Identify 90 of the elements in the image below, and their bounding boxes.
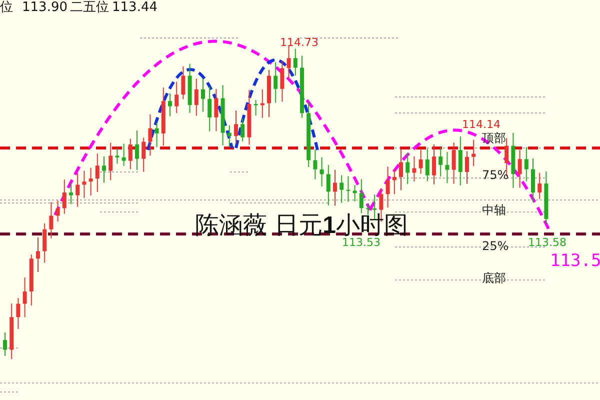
candlestick	[154, 122, 159, 148]
candlestick	[122, 143, 126, 166]
candlestick	[465, 150, 469, 184]
candlestick	[56, 200, 60, 222]
header-value: 113.44	[112, 0, 158, 15]
candlestick	[220, 84, 225, 146]
level-label: 中轴	[482, 203, 506, 217]
candlestick	[102, 156, 106, 184]
candlestick	[69, 182, 73, 205]
price-label: 113.58	[528, 236, 566, 249]
candlestick	[36, 236, 40, 272]
candlestick	[399, 148, 403, 191]
candlestick	[359, 178, 364, 214]
candlestick	[293, 48, 298, 76]
candlestick	[274, 62, 278, 104]
level-label: 底部	[482, 271, 506, 285]
price-label: 114.73	[280, 36, 318, 49]
level-label: 25%	[482, 239, 509, 253]
candlestick	[511, 132, 516, 189]
candlestick	[214, 88, 218, 132]
candlestick	[524, 146, 528, 182]
candlestick	[418, 148, 423, 174]
candlestick	[62, 179, 66, 214]
candlestick	[425, 148, 430, 182]
chart-title: 陈涵薇 日元1小时图	[195, 213, 408, 238]
level-label: 75%	[482, 168, 509, 182]
candlestick	[234, 110, 238, 144]
candlestick	[313, 149, 318, 180]
candlestick	[300, 55, 304, 118]
candlestick	[406, 152, 410, 185]
candlestick	[108, 142, 113, 181]
candlestick	[188, 63, 192, 114]
candlestick	[240, 118, 245, 142]
candlestick	[247, 90, 252, 146]
price-label: 114.14	[462, 118, 500, 131]
candlestick	[49, 202, 54, 239]
price-label: 113.5	[550, 251, 600, 271]
candlestick	[340, 174, 344, 204]
header-label: 位	[0, 0, 13, 15]
candlestick	[531, 158, 535, 203]
candlestick	[306, 102, 311, 168]
price-label: 113.53	[342, 236, 380, 249]
candlestick	[181, 66, 186, 100]
candlestick	[352, 184, 357, 202]
candlestick	[128, 138, 132, 170]
candlestick	[267, 69, 271, 118]
candlestick	[142, 137, 146, 172]
candlestick	[115, 148, 120, 164]
candlestick	[201, 78, 205, 112]
candlestick	[22, 277, 27, 318]
candlestick	[161, 86, 166, 146]
level-label: 顶部	[482, 131, 506, 145]
candlestick	[438, 146, 443, 178]
candlestick	[518, 149, 522, 188]
candlestick	[88, 167, 93, 196]
candlestick	[3, 332, 7, 356]
header-value: 113.90	[22, 0, 68, 15]
candlestick	[208, 86, 212, 132]
candlestick	[227, 124, 232, 147]
candlestick	[544, 170, 548, 224]
candlestick	[194, 78, 198, 116]
candlestick	[452, 142, 456, 184]
candlestick	[472, 139, 476, 167]
header-label: 二五位	[70, 0, 109, 15]
candlestick	[10, 302, 14, 360]
candlestick	[326, 164, 330, 206]
candlestick	[432, 144, 436, 185]
candlestick	[95, 153, 100, 193]
candlestick	[29, 254, 34, 306]
candlestick	[76, 172, 80, 208]
candlestick	[280, 60, 284, 102]
candlestick	[392, 168, 396, 195]
candlestick	[320, 156, 324, 187]
candlestick	[168, 92, 172, 117]
candlestick	[174, 81, 179, 114]
candlestick	[412, 156, 416, 182]
candlestick	[254, 99, 258, 116]
candlestick	[16, 298, 20, 330]
candlestick	[135, 130, 139, 170]
candlestick	[42, 222, 47, 264]
candlestick	[538, 172, 542, 200]
candlestick	[386, 166, 390, 208]
candlestick	[445, 151, 450, 184]
candlestick	[333, 169, 337, 206]
candlestick	[286, 44, 291, 80]
candlestick	[260, 88, 264, 118]
candlestick	[458, 136, 462, 186]
candlestick	[346, 176, 350, 202]
candlestick	[148, 114, 152, 156]
candlestick	[82, 170, 86, 198]
